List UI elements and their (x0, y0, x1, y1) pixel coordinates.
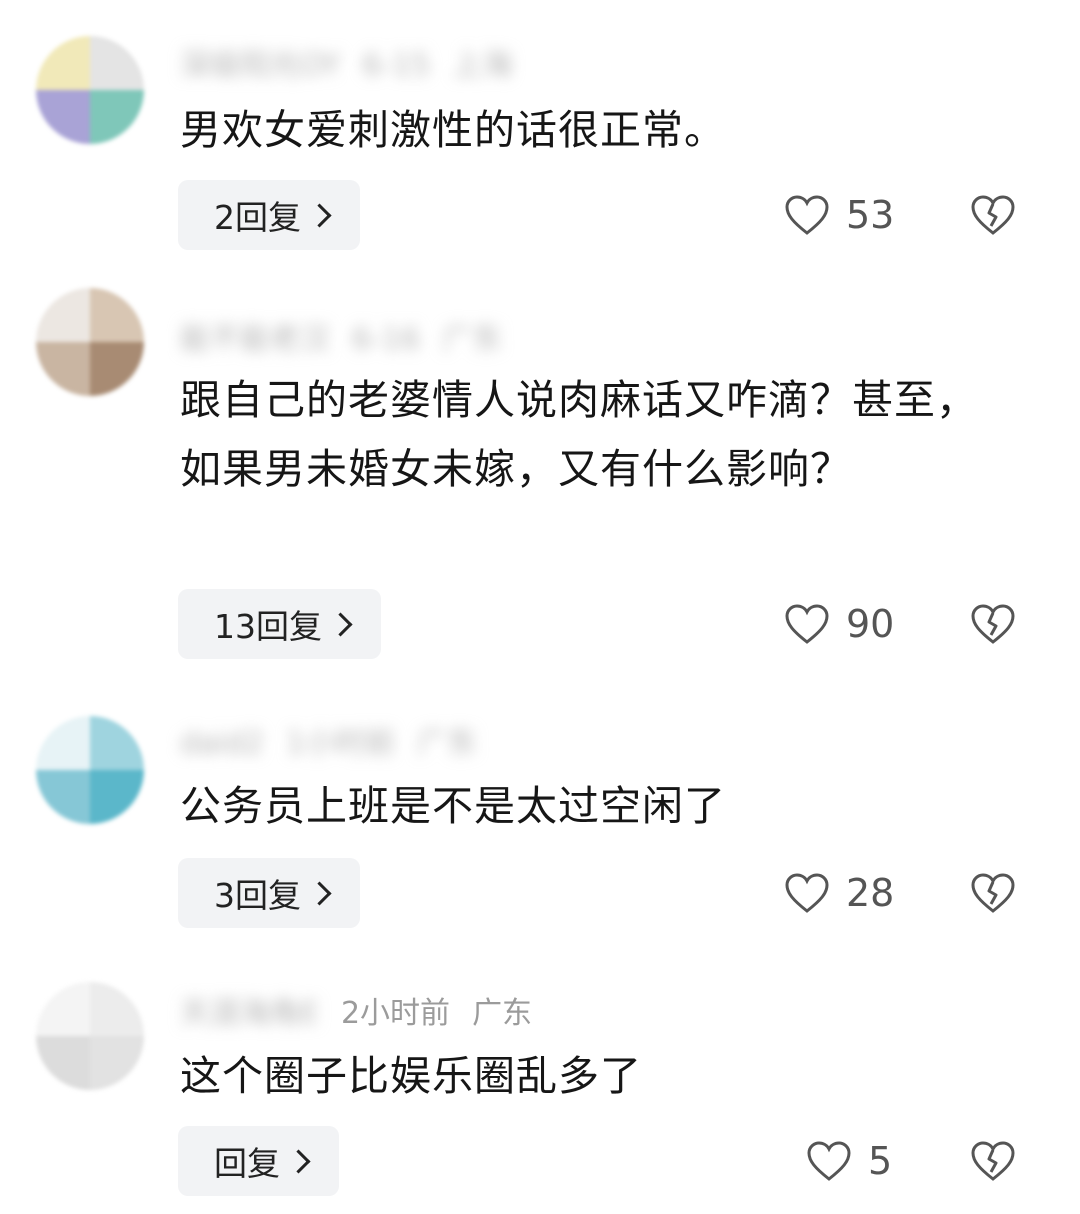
like-count: 5 (868, 1139, 893, 1183)
comment-text: 公务员上班是不是太过空闲了 (180, 782, 726, 830)
username[interactable]: daid2 (180, 726, 264, 761)
comment-meta: daid2 1小时前 广东 (180, 722, 477, 766)
heart-outline-icon (785, 195, 829, 235)
reply-button[interactable]: 3回复 (178, 858, 360, 928)
chevron-right-icon (307, 880, 332, 906)
like-button[interactable]: 5 (806, 1126, 892, 1196)
username[interactable]: 能不能老汉 (180, 322, 330, 357)
comment-time: 1小时前 (285, 726, 395, 761)
username[interactable]: 天涯海角E (180, 996, 319, 1031)
avatar[interactable] (36, 288, 144, 396)
chevron-right-icon (328, 611, 353, 637)
username[interactable]: 深级阳光OY (180, 48, 340, 83)
avatar[interactable] (36, 716, 144, 824)
comment-text: 这个圈子比娱乐圈乱多了 (180, 1052, 642, 1100)
dislike-button[interactable] (970, 858, 1016, 928)
like-count: 28 (846, 871, 895, 915)
broken-heart-icon (971, 604, 1015, 644)
reply-button[interactable]: 回复 (178, 1126, 339, 1196)
avatar[interactable] (36, 36, 144, 144)
reply-label: 回复 (214, 1144, 280, 1183)
reply-label: 13回复 (214, 607, 322, 646)
comment-location: 广东 (417, 726, 477, 761)
comment-meta: 深级阳光OY 6-15 上海 (180, 44, 512, 88)
comment-text: 跟自己的老婆情人说肉麻话又咋滴？甚至，如果男未婚女未嫁，又有什么影响？ (180, 376, 978, 493)
comment-time: 6-15 (362, 48, 431, 83)
dislike-button[interactable] (970, 1126, 1016, 1196)
reply-button[interactable]: 13回复 (178, 589, 381, 659)
comment-location: 上海 (452, 48, 513, 83)
heart-outline-icon (785, 873, 829, 913)
chevron-right-icon (286, 1148, 311, 1174)
broken-heart-icon (971, 1141, 1015, 1181)
reply-button[interactable]: 2回复 (178, 180, 360, 250)
like-button[interactable]: 53 (784, 180, 894, 250)
comment-meta: 能不能老汉 6-16 广东 (180, 318, 502, 362)
heart-outline-icon (785, 604, 829, 644)
like-button[interactable]: 28 (784, 858, 894, 928)
comment-text: 男欢女爱刺激性的话很正常。 (180, 106, 726, 154)
comment-meta: 天涯海角E 2小时前 广东 (180, 992, 532, 1036)
broken-heart-icon (971, 873, 1015, 913)
dislike-button[interactable] (970, 589, 1016, 659)
avatar[interactable] (36, 982, 144, 1090)
like-count: 53 (846, 193, 895, 237)
like-count: 90 (846, 602, 895, 646)
comment-location: 广东 (472, 996, 533, 1031)
comment-time: 2小时前 (340, 996, 451, 1031)
like-button[interactable]: 90 (784, 589, 894, 659)
chevron-right-icon (307, 202, 332, 228)
reply-label: 3回复 (214, 876, 301, 915)
dislike-button[interactable] (970, 180, 1016, 250)
reply-label: 2回复 (214, 198, 301, 237)
comment-time: 6-16 (352, 322, 421, 357)
comment-location: 广东 (442, 322, 503, 357)
broken-heart-icon (971, 195, 1015, 235)
heart-outline-icon (807, 1141, 851, 1181)
